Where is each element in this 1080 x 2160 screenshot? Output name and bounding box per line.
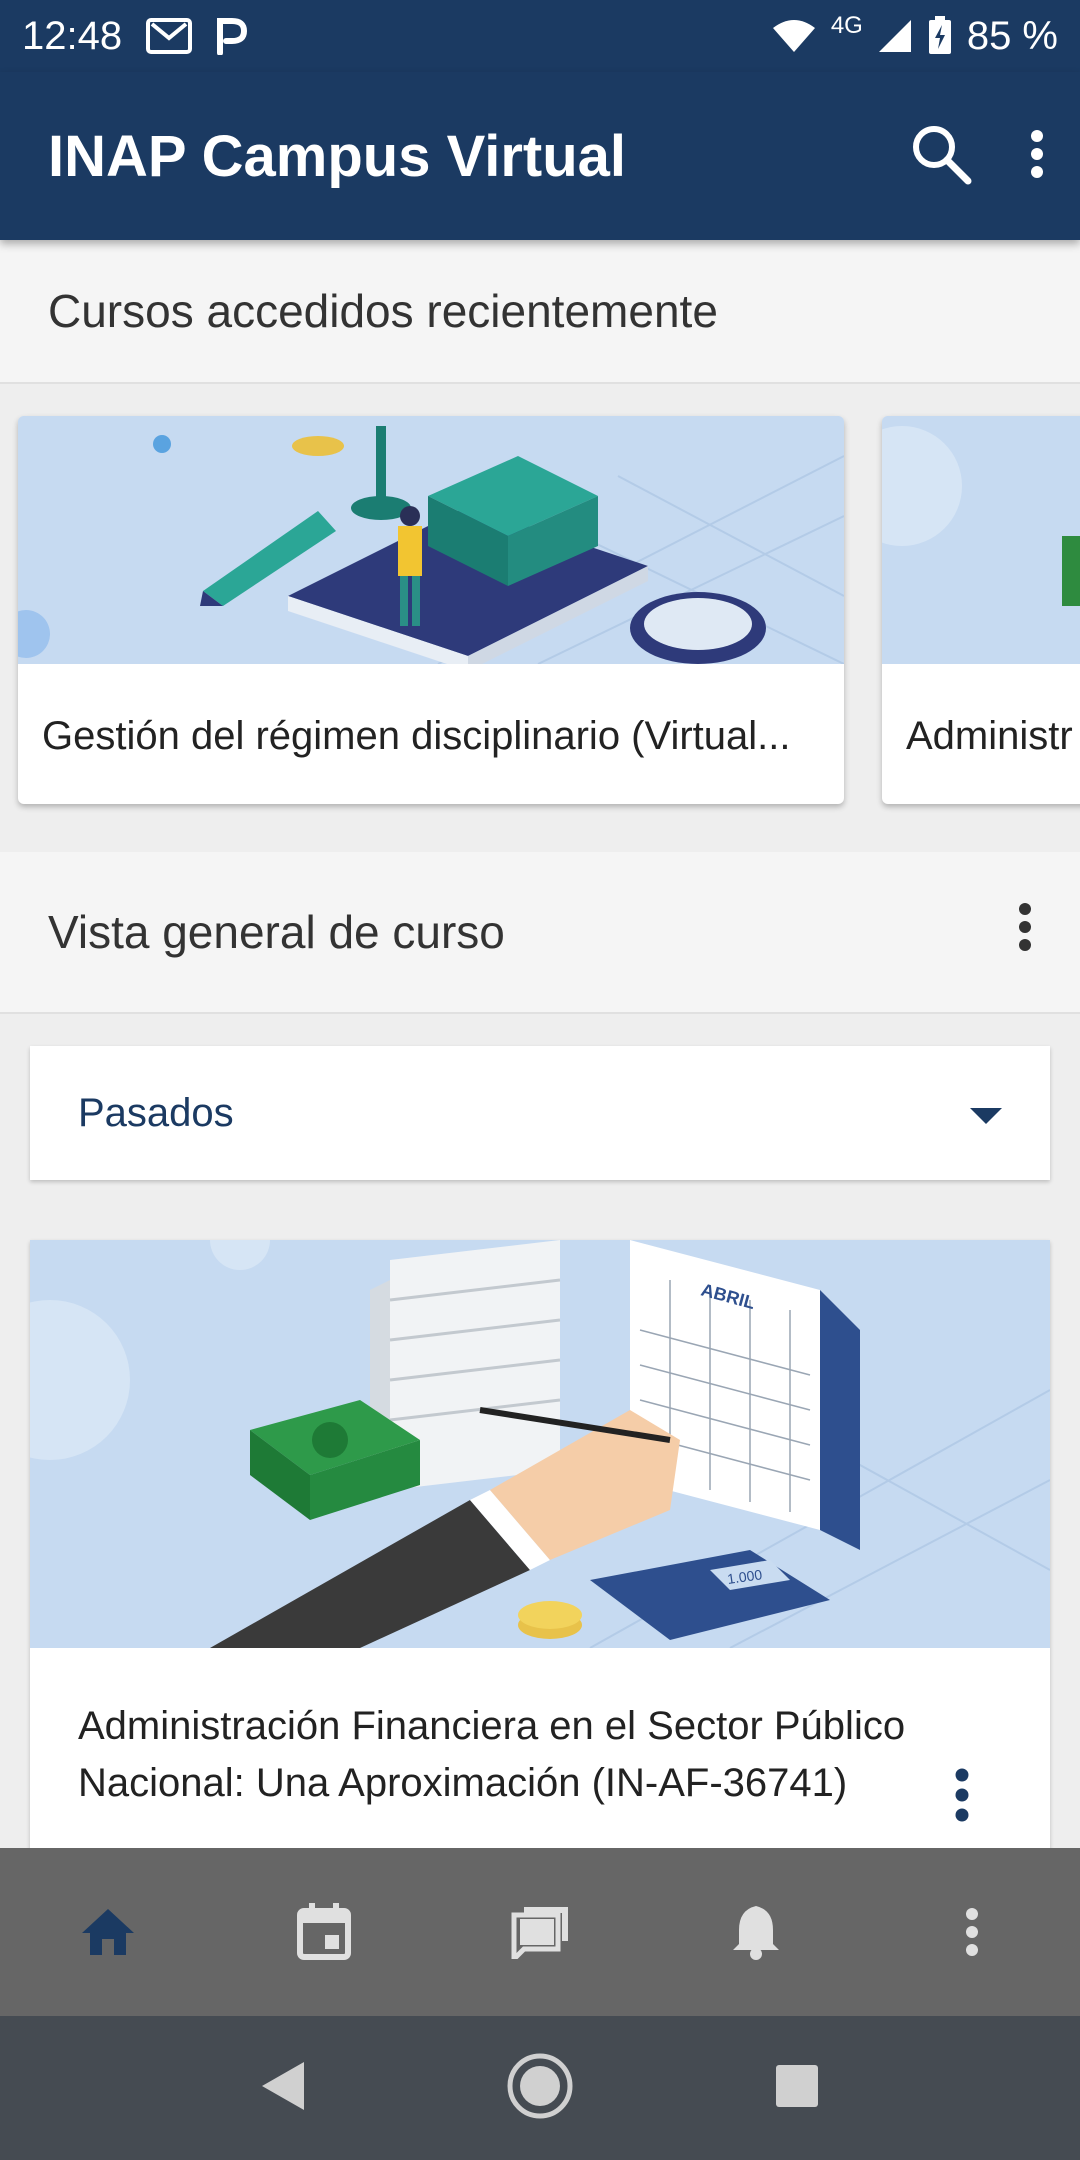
home-circle-icon[interactable]: [506, 2052, 574, 2125]
calendar-icon[interactable]: [244, 1872, 404, 1992]
course-image: [18, 416, 844, 664]
recent-course-name: Gestión del régimen disciplinario (Virtu…: [42, 714, 791, 758]
parking-icon: [216, 17, 248, 55]
overview-menu-icon[interactable]: [1018, 902, 1032, 963]
overflow-menu-icon[interactable]: [1030, 129, 1044, 184]
network-type: 4G: [830, 12, 863, 39]
course-filter-select[interactable]: Pasados: [30, 1046, 1050, 1180]
recent-course-name: Administr: [906, 714, 1073, 758]
app-title: INAP Campus Virtual: [48, 123, 627, 189]
status-time: 12:48: [22, 13, 123, 58]
home-icon[interactable]: [28, 1872, 188, 1992]
system-navigation-bar: [0, 2016, 1080, 2160]
recents-icon[interactable]: [774, 2063, 820, 2114]
recent-course-card[interactable]: Gestión del régimen disciplinario (Virtu…: [18, 416, 844, 804]
course-overview-header: Vista general de curso: [0, 852, 1080, 1014]
notifications-icon[interactable]: [676, 1872, 836, 1992]
messages-icon[interactable]: [460, 1872, 620, 1992]
course-name: Administración Financiera en el Sector P…: [78, 1704, 906, 1805]
chevron-down-icon: [970, 1091, 1002, 1136]
recent-courses-header: Cursos accedidos recientemente: [0, 240, 1080, 384]
battery-icon: [927, 16, 953, 56]
signal-icon: [877, 18, 913, 54]
course-filter-value: Pasados: [78, 1090, 234, 1135]
app-bar: INAP Campus Virtual: [0, 72, 1080, 240]
battery-level: 85 %: [966, 13, 1058, 58]
status-bar: 12:48 4G 85 %: [0, 0, 1080, 72]
recent-courses-title: Cursos accedidos recientemente: [48, 285, 718, 337]
recent-course-card[interactable]: Administr: [882, 416, 1080, 804]
course-menu-icon[interactable]: [922, 1698, 1002, 1822]
recent-courses-carousel[interactable]: Gestión del régimen disciplinario (Virtu…: [0, 384, 1080, 844]
gmail-icon: [146, 18, 193, 54]
course-overview-title: Vista general de curso: [48, 906, 505, 958]
course-image: ABRIL 1.000: [30, 1240, 1050, 1648]
bottom-tab-bar: [0, 1848, 1080, 2016]
search-icon[interactable]: [910, 123, 972, 190]
back-icon[interactable]: [260, 2060, 306, 2117]
more-icon[interactable]: [892, 1872, 1052, 1992]
course-image: [882, 416, 1080, 664]
wifi-icon: [771, 18, 817, 54]
